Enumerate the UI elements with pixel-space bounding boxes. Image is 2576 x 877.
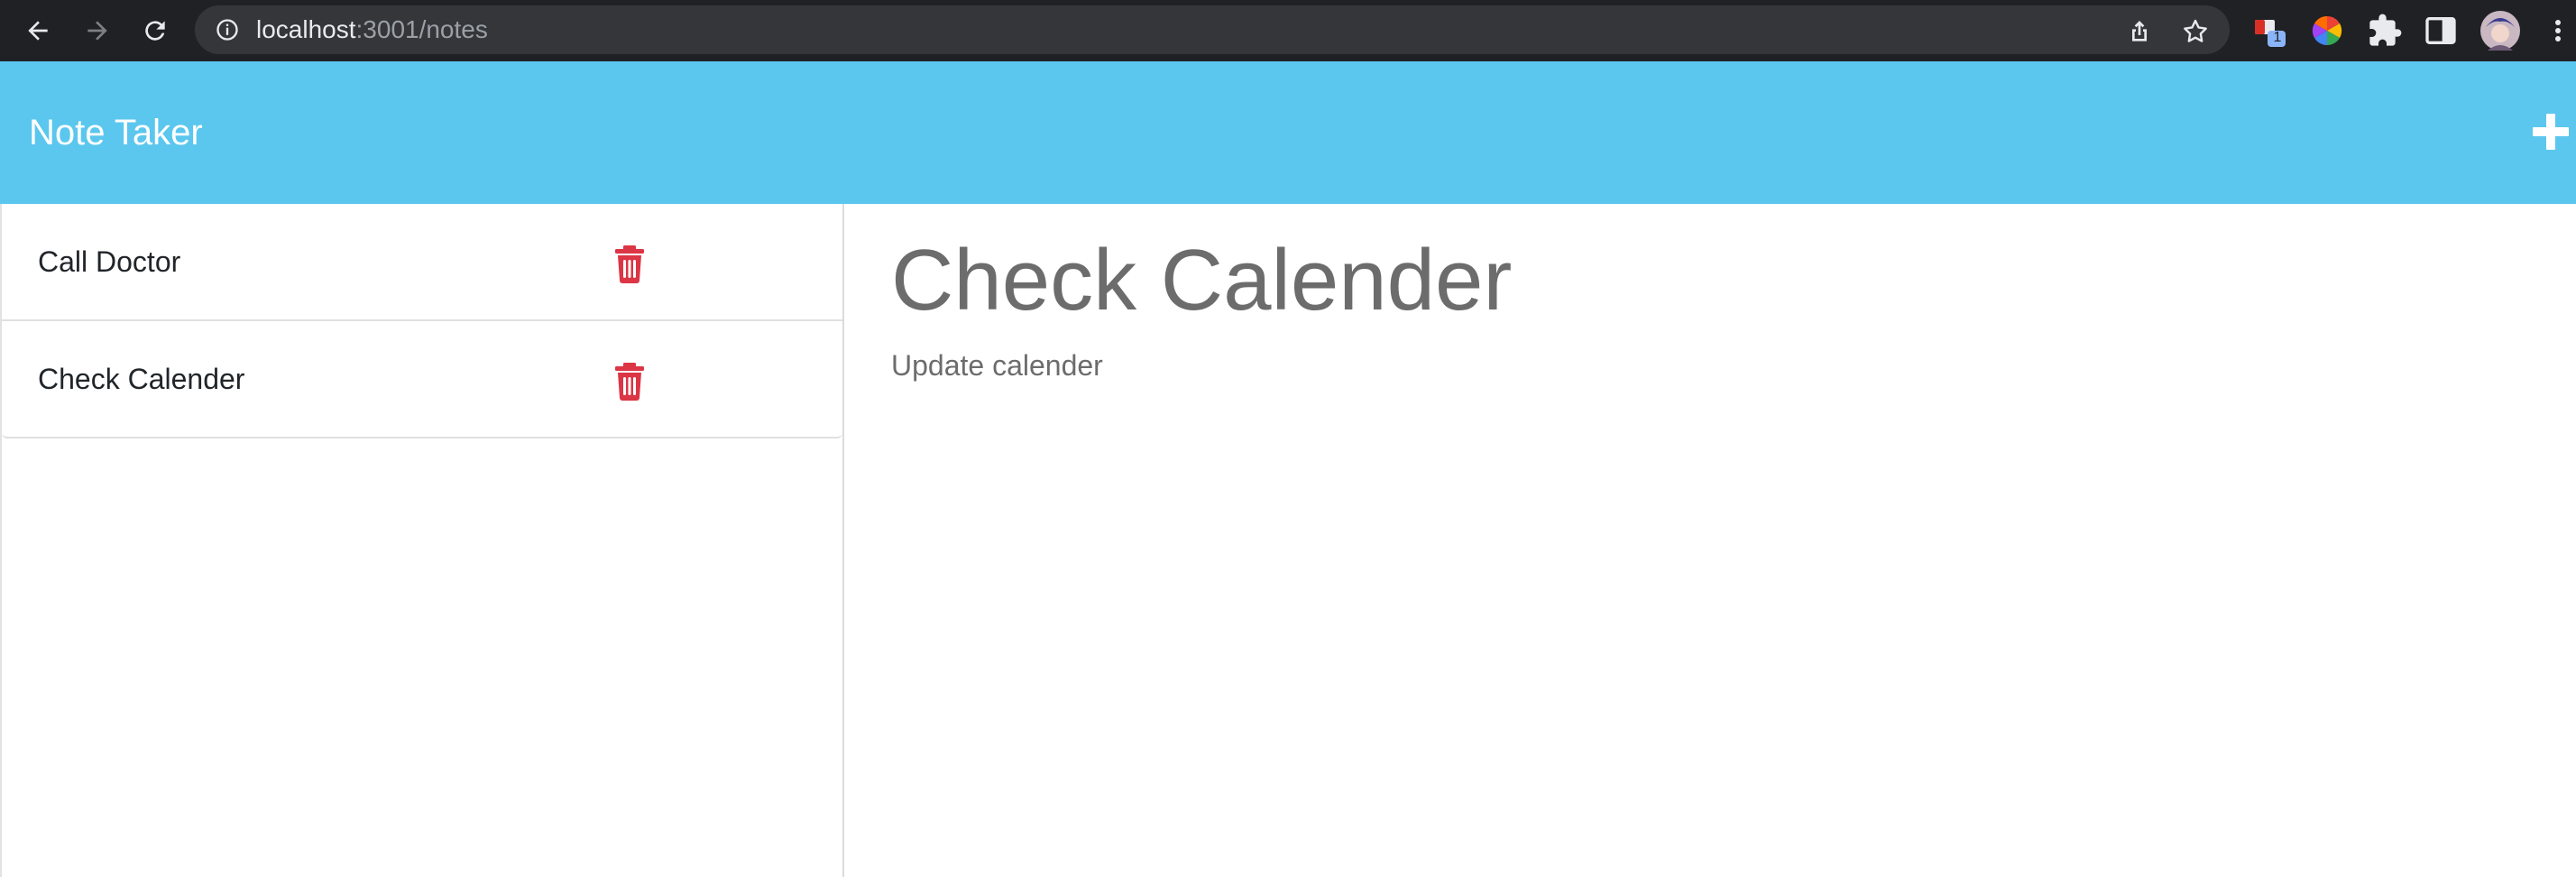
note-list: Call Doctor Check Calender (2, 204, 842, 438)
note-list-panel: Call Doctor Check Calender (0, 204, 844, 877)
note-list-item-active[interactable]: Check Calender (2, 321, 842, 438)
note-item-title[interactable]: Call Doctor (38, 245, 180, 278)
side-panel-icon (2425, 17, 2456, 44)
star-icon[interactable] (2181, 17, 2210, 46)
address-bar[interactable]: localhost:3001/notes (195, 5, 2230, 54)
info-icon[interactable] (215, 17, 240, 42)
avatar-icon (2480, 11, 2520, 51)
forward-button[interactable] (79, 13, 115, 49)
note-list-item[interactable]: Call Doctor (2, 204, 842, 321)
app-title[interactable]: Note Taker (29, 113, 203, 152)
trash-icon (615, 245, 644, 283)
note-editor: Check Calender Update calender (846, 204, 2576, 877)
browser-menu-button[interactable] (2551, 13, 2565, 49)
reload-icon (145, 21, 165, 41)
note-text-field[interactable]: Update calender (891, 348, 1103, 383)
browser-toolbar: localhost:3001/notes 1 (0, 0, 2576, 61)
app-navbar: Note Taker (0, 61, 2576, 204)
trash-icon (615, 363, 644, 401)
new-note-button[interactable] (2529, 110, 2572, 153)
color-wheel-icon (2312, 15, 2342, 46)
back-button[interactable] (20, 13, 56, 49)
color-wheel-extension-icon[interactable] (2309, 13, 2345, 49)
plus-icon (2533, 114, 2569, 150)
url-host: localhost (256, 15, 356, 43)
url-text[interactable]: localhost:3001/notes (256, 17, 488, 42)
side-panel-button[interactable] (2423, 13, 2459, 49)
extension-badge: 1 (2273, 30, 2282, 45)
arrow-left-icon (28, 21, 48, 41)
puzzle-icon (2369, 14, 2402, 46)
profile-avatar-button[interactable] (2480, 11, 2520, 51)
delete-note-button[interactable] (612, 244, 648, 283)
more-vert-icon (2555, 20, 2561, 42)
note-item-title[interactable]: Check Calender (38, 363, 244, 395)
share-icon[interactable] (2125, 17, 2154, 46)
extension-icon-badged[interactable]: 1 (2251, 13, 2287, 49)
reload-button[interactable] (137, 13, 173, 49)
note-title-field[interactable]: Check Calender (891, 231, 1512, 330)
url-path: :3001/notes (355, 15, 488, 43)
extensions-puzzle-button[interactable] (2367, 13, 2403, 49)
delete-note-button[interactable] (612, 361, 648, 401)
arrow-right-icon (87, 21, 107, 41)
